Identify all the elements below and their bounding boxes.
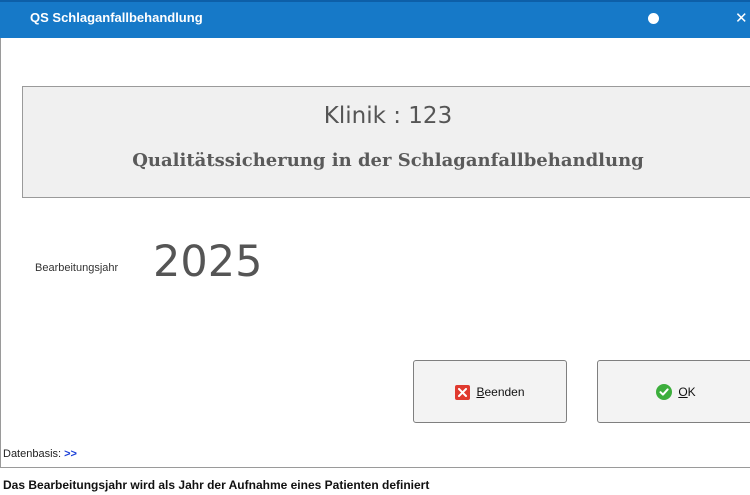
clinic-title: Klinik : 123 [323, 103, 453, 129]
ok-button-label: OK [678, 385, 695, 399]
datenbasis-link[interactable]: >> [64, 448, 77, 460]
header-panel: Klinik : 123 Qualitätssicherung in der S… [22, 86, 750, 198]
status-text: Das Bearbeitungsjahr wird als Jahr der A… [3, 478, 430, 492]
clinic-subtitle: Qualitätssicherung in der Schlaganfallbe… [132, 150, 644, 171]
main-window: QS Schlaganfallbehandlung ✕ Klinik : 123… [0, 0, 750, 495]
datenbasis-label: Datenbasis: [3, 448, 62, 460]
datenbasis: Datenbasis: >> [3, 448, 77, 460]
beenden-button-label: Beenden [476, 385, 524, 399]
window-title: QS Schlaganfallbehandlung [30, 10, 203, 25]
status-dot-icon [648, 13, 659, 24]
year-value[interactable]: 2025 [153, 236, 262, 288]
ok-label-rest: K [687, 385, 696, 399]
beenden-label-rest: eenden [484, 385, 525, 399]
ok-button-content: OK [598, 383, 750, 401]
status-bar: Das Bearbeitungsjahr wird als Jahr der A… [0, 467, 750, 495]
title-bar[interactable]: QS Schlaganfallbehandlung ✕ [0, 0, 750, 38]
beenden-button[interactable]: Beenden [413, 360, 567, 423]
ok-button[interactable]: OK [597, 360, 750, 423]
close-icon [455, 384, 471, 400]
close-window-icon[interactable]: ✕ [735, 8, 748, 28]
ok-mnemonic: O [678, 385, 688, 399]
window-left-border [0, 38, 1, 488]
beenden-button-content: Beenden [414, 383, 566, 401]
check-icon [656, 384, 673, 400]
year-label: Bearbeitungsjahr [35, 262, 119, 274]
